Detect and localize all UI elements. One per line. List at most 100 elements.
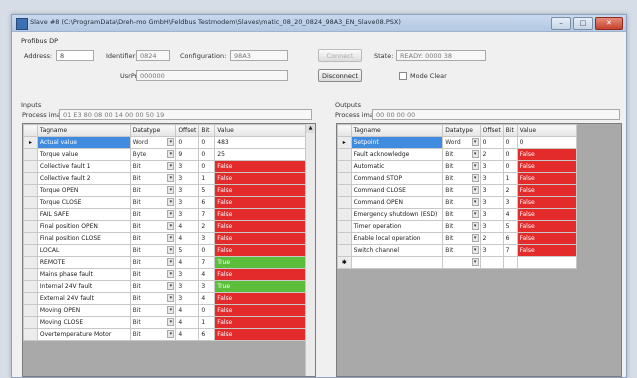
outputs-row[interactable]: Switch channel Bit ▾ 3 7 False	[337, 244, 578, 257]
tagname-cell[interactable]: Switch channel	[350, 244, 444, 257]
value-cell[interactable]: True	[214, 256, 308, 269]
offset-cell[interactable]: 4	[175, 256, 200, 269]
inputs-row[interactable]: Internal 24V fault Bit ▾ 3 3 True	[23, 280, 308, 293]
identifier-field[interactable]: 0824	[136, 50, 170, 61]
datatype-cell[interactable]: Bit ▾	[129, 244, 177, 257]
inputs-row[interactable]: Collective fault 1 Bit ▾ 3 0 False	[23, 160, 308, 173]
datatype-cell[interactable]: Bit ▾	[129, 208, 177, 221]
row-header[interactable]	[337, 172, 352, 185]
offset-cell[interactable]: 9	[175, 148, 200, 161]
bit-cell[interactable]: 0	[502, 136, 518, 149]
tagname-cell[interactable]: Torque CLOSE	[36, 196, 131, 209]
offset-cell[interactable]: 4	[175, 328, 200, 341]
tagname-cell[interactable]: Moving OPEN	[36, 304, 131, 317]
tagname-cell[interactable]: External 24V fault	[36, 292, 131, 305]
bit-cell[interactable]: 6	[198, 328, 216, 341]
offset-cell[interactable]: 4	[175, 232, 200, 245]
tagname-cell[interactable]: Actual value	[36, 136, 131, 149]
datatype-cell[interactable]: Bit ▾	[442, 160, 481, 173]
value-cell[interactable]: False	[516, 232, 578, 245]
bit-cell[interactable]: 0	[198, 304, 216, 317]
inputs-row[interactable]: LOCAL Bit ▾ 5 0 False	[23, 244, 308, 257]
bit-cell[interactable]: 7	[198, 256, 216, 269]
datatype-cell[interactable]: Bit ▾	[442, 208, 481, 221]
row-header[interactable]: ▸	[337, 136, 352, 149]
datatype-cell[interactable]: Bit ▾	[442, 220, 481, 233]
value-cell[interactable]: False	[214, 232, 308, 245]
datatype-cell[interactable]: Bit ▾	[129, 196, 177, 209]
tagname-cell[interactable]: Command CLOSE	[350, 184, 444, 197]
tagname-cell[interactable]: Collective fault 2	[36, 172, 131, 185]
outputs-col-offset[interactable]: Offset	[479, 124, 504, 137]
bit-cell[interactable]: 3	[502, 196, 518, 209]
offset-cell[interactable]: 4	[175, 304, 200, 317]
offset-cell[interactable]: 3	[479, 160, 504, 173]
chevron-down-icon[interactable]: ▾	[471, 198, 479, 206]
datatype-cell[interactable]: Bit ▾	[129, 184, 177, 197]
bit-cell[interactable]: 0	[198, 244, 216, 257]
bit-cell[interactable]: 2	[502, 184, 518, 197]
chevron-down-icon[interactable]: ▾	[471, 186, 479, 194]
disconnect-button[interactable]: Disconnect	[318, 69, 362, 82]
inputs-row[interactable]: Torque value Byte ▾ 9 0 25	[23, 148, 308, 161]
offset-cell[interactable]: 0	[479, 136, 504, 149]
offset-cell[interactable]: 3	[175, 172, 200, 185]
datatype-cell[interactable]: Bit ▾	[129, 268, 177, 281]
chevron-down-icon[interactable]: ▾	[471, 138, 479, 146]
inputs-row[interactable]: Moving CLOSE Bit ▾ 4 1 False	[23, 316, 308, 329]
bit-cell[interactable]: 5	[198, 184, 216, 197]
bit-cell[interactable]: 0	[502, 148, 518, 161]
value-cell[interactable]	[516, 256, 578, 269]
bit-cell[interactable]: 2	[198, 220, 216, 233]
value-cell[interactable]: False	[214, 208, 308, 221]
tagname-cell[interactable]: Emergency shutdown (ESD)	[350, 208, 444, 221]
chevron-down-icon[interactable]: ▾	[167, 186, 175, 194]
datatype-cell[interactable]: Bit ▾	[442, 232, 481, 245]
scroll-up-icon[interactable]: ▲	[306, 124, 315, 133]
row-header[interactable]	[23, 328, 38, 341]
inputs-row[interactable]: Overtemperature Motor Bit ▾ 4 6 False	[23, 328, 308, 341]
datatype-cell[interactable]: Bit ▾	[129, 304, 177, 317]
chevron-down-icon[interactable]: ▾	[167, 162, 175, 170]
value-cell[interactable]: False	[516, 184, 578, 197]
value-cell[interactable]: 25	[214, 148, 308, 161]
tagname-cell[interactable]: Torque value	[36, 148, 131, 161]
value-cell[interactable]: False	[214, 328, 308, 341]
tagname-cell[interactable]: Command OPEN	[350, 196, 444, 209]
chevron-down-icon[interactable]: ▾	[167, 150, 175, 158]
datatype-cell[interactable]: Byte ▾	[129, 148, 177, 161]
value-cell[interactable]: False	[516, 244, 578, 257]
row-header[interactable]	[23, 160, 38, 173]
offset-cell[interactable]	[479, 256, 504, 269]
offset-cell[interactable]: 3	[175, 208, 200, 221]
offset-cell[interactable]: 4	[175, 316, 200, 329]
inputs-row[interactable]: FAIL SAFE Bit ▾ 3 7 False	[23, 208, 308, 221]
value-cell[interactable]: False	[214, 220, 308, 233]
offset-cell[interactable]: 4	[175, 220, 200, 233]
offset-cell[interactable]: 2	[479, 148, 504, 161]
datatype-cell[interactable]: Bit ▾	[129, 232, 177, 245]
connect-button[interactable]: Connect	[318, 49, 362, 62]
chevron-down-icon[interactable]: ▾	[167, 258, 175, 266]
row-header[interactable]	[23, 244, 38, 257]
datatype-cell[interactable]: Bit ▾	[129, 328, 177, 341]
row-header[interactable]	[23, 292, 38, 305]
offset-cell[interactable]: 3	[175, 268, 200, 281]
bit-cell[interactable]: 3	[198, 280, 216, 293]
address-field[interactable]: 8	[56, 50, 94, 61]
outputs-col-datatype[interactable]: Datatype	[442, 124, 481, 137]
value-cell[interactable]: False	[516, 148, 578, 161]
bit-cell[interactable]: 1	[502, 172, 518, 185]
value-cell[interactable]: False	[516, 220, 578, 233]
row-header[interactable]	[337, 208, 352, 221]
title-bar[interactable]: Slave #8 (C:\ProgramData\Dreh-mo GmbH\Fe…	[12, 15, 626, 32]
inputs-col-value[interactable]: Value	[214, 124, 308, 137]
inputs-scrollbar[interactable]: ▲	[305, 124, 315, 376]
row-header[interactable]	[337, 232, 352, 245]
bit-cell[interactable]: 4	[198, 292, 216, 305]
row-header[interactable]	[337, 220, 352, 233]
inputs-col-bit[interactable]: Bit	[198, 124, 216, 137]
outputs-row[interactable]: Fault acknowledge Bit ▾ 2 0 False	[337, 148, 578, 161]
offset-cell[interactable]: 3	[479, 172, 504, 185]
configuration-field[interactable]: 98A3	[230, 50, 288, 61]
